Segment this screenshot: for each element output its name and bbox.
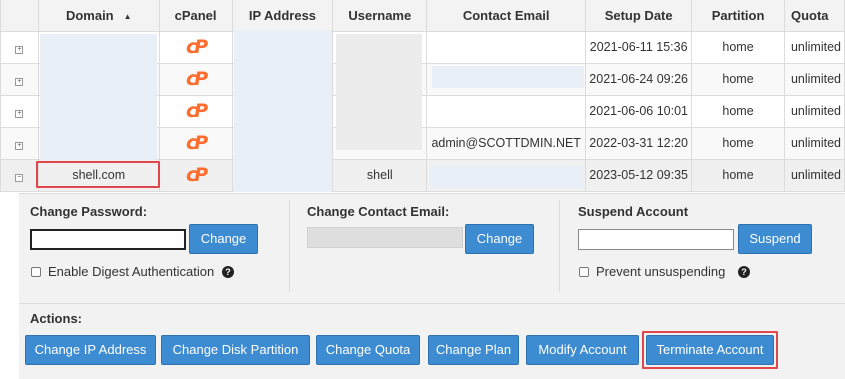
cpanel-logo-icon[interactable]: cP [186,37,208,57]
contact-email-input[interactable] [307,227,463,248]
quota-cell: unlimited [783,94,845,128]
partition-cell: home [691,30,785,64]
col-header-contact-email[interactable]: Contact Email [426,0,587,32]
digest-auth-checkbox[interactable] [31,267,41,277]
col-header-expand [0,0,39,32]
help-icon[interactable]: ? [222,266,234,278]
table-header-row: Domain ▲ cPanel IP Address Username Conta… [0,0,845,32]
quota-cell: unlimited [783,126,845,160]
setup-date-cell: 2021-06-24 09:26 [585,62,693,96]
setup-date-cell: 2021-06-06 10:01 [585,94,693,128]
suspend-reason-input[interactable] [578,229,734,250]
redacted-username-block [336,34,422,150]
prevent-unsuspending-checkbox[interactable] [579,267,589,277]
change-password-label: Change Password: [30,204,148,219]
username-cell: shell [332,158,428,192]
col-header-cpanel[interactable]: cPanel [158,0,233,32]
change-quota-button[interactable]: Change Quota [316,335,420,365]
actions-label: Actions: [30,311,82,326]
expand-icon[interactable]: + [15,46,24,54]
setup-date-cell: 2023-05-12 09:35 [585,158,693,192]
account-actions-panel: Change Password: Change Enable Digest Au… [19,193,845,379]
sort-ascending-icon: ▲ [123,11,132,21]
expand-icon[interactable]: + [15,110,24,118]
setup-date-cell: 2021-06-11 15:36 [585,30,693,64]
col-header-domain[interactable]: Domain ▲ [37,0,160,32]
change-plan-button[interactable]: Change Plan [428,335,519,365]
domain-highlight [36,161,160,188]
partition-cell: home [691,158,785,192]
suspend-button[interactable]: Suspend [738,224,812,254]
email-cell[interactable] [426,30,587,64]
email-cell[interactable]: admin@SCOTTDMIN.NET [426,126,587,160]
redacted-email-field [430,166,584,188]
redacted-domain-block [40,34,157,160]
col-header-ip-address[interactable]: IP Address [231,0,334,32]
change-ip-address-button[interactable]: Change IP Address [25,335,156,365]
divider [559,200,560,292]
change-email-button[interactable]: Change [465,224,534,254]
col-header-username[interactable]: Username [332,0,428,32]
redacted-ip-block [234,30,332,192]
quota-cell: unlimited [783,158,845,192]
expand-icon[interactable]: + [15,142,24,150]
quota-cell: unlimited [783,30,845,64]
col-header-partition[interactable]: Partition [691,0,785,32]
password-input[interactable] [30,229,186,250]
cpanel-logo-icon[interactable]: cP [186,133,208,153]
change-disk-partition-button[interactable]: Change Disk Partition [161,335,310,365]
partition-cell: home [691,126,785,160]
quota-cell: unlimited [783,62,845,96]
modify-account-button[interactable]: Modify Account [526,335,639,365]
suspend-account-label: Suspend Account [578,204,689,219]
partition-cell: home [691,94,785,128]
change-password-button[interactable]: Change [189,224,258,254]
prevent-unsuspending-label: Prevent unsuspending [596,264,726,279]
setup-date-cell: 2022-03-31 12:20 [585,126,693,160]
col-header-quota[interactable]: Quota [783,0,845,32]
expand-icon[interactable]: + [15,78,24,86]
cpanel-logo-icon[interactable]: cP [186,69,208,89]
partition-cell: home [691,62,785,96]
collapse-icon[interactable]: − [15,174,24,182]
divider [289,200,290,292]
help-icon[interactable]: ? [738,266,750,278]
cpanel-logo-icon[interactable]: cP [186,165,208,185]
redacted-email-field [432,66,584,88]
terminate-highlight [642,331,778,369]
col-header-setup-date[interactable]: Setup Date [585,0,693,32]
email-cell[interactable] [426,94,587,128]
divider [19,303,845,304]
change-contact-email-label: Change Contact Email: [307,204,450,219]
digest-auth-label: Enable Digest Authentication [48,264,215,279]
cpanel-logo-icon[interactable]: cP [186,101,208,121]
